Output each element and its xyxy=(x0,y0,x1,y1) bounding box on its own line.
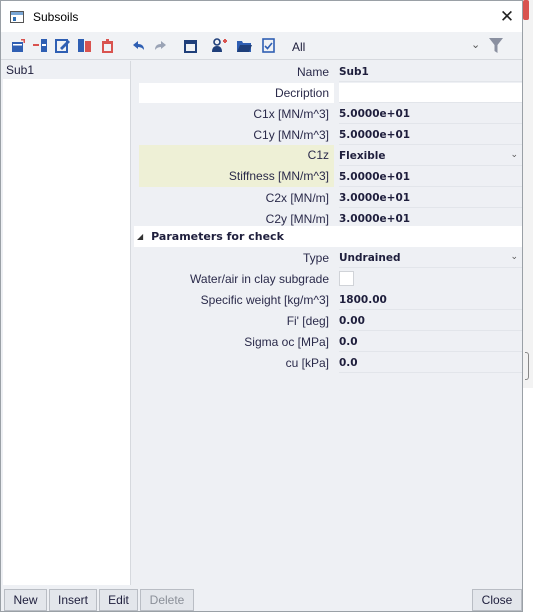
type-select[interactable]: Undrained xyxy=(339,248,522,268)
close-button[interactable]: Close xyxy=(472,589,522,611)
property-label: cu [kPa] xyxy=(285,355,329,370)
property-row-name: Name Sub1 xyxy=(134,61,522,82)
edit-icon[interactable] xyxy=(54,37,71,54)
fi-field[interactable]: 0.00 xyxy=(339,311,522,331)
property-label: Water/air in clay subgrade xyxy=(190,271,329,286)
delete-button[interactable]: Delete xyxy=(140,589,194,611)
c1x-field[interactable]: 5.0000e+01 xyxy=(339,104,522,124)
insert-record-icon[interactable] xyxy=(32,37,49,54)
properties-panel: Name Sub1 Decription C1x [MN/m^3] 5.0000… xyxy=(134,61,522,585)
subsoils-dialog: Subsoils ✕ All ⌄ Sub1 Name Sub1 Decripti… xyxy=(0,0,523,612)
property-row-sigma-oc: Sigma oc [MPa] 0.0 xyxy=(134,331,522,352)
property-label: Decription xyxy=(139,82,334,103)
property-label: Fi' [deg] xyxy=(286,313,329,328)
c2x-field[interactable]: 3.0000e+01 xyxy=(339,188,522,208)
insert-button[interactable]: Insert xyxy=(49,589,97,611)
new-button[interactable]: New xyxy=(4,589,47,611)
copy-icon[interactable] xyxy=(76,37,93,54)
property-label: Type xyxy=(302,250,329,265)
delete-icon[interactable] xyxy=(99,37,116,54)
property-row-c1y: C1y [MN/m^3] 5.0000e+01 xyxy=(134,124,522,145)
c1y-field[interactable]: 5.0000e+01 xyxy=(339,125,522,145)
users-icon[interactable] xyxy=(211,37,228,54)
specific-weight-field[interactable]: 1800.00 xyxy=(339,290,522,310)
property-row-c1x: C1x [MN/m^3] 5.0000e+01 xyxy=(134,103,522,124)
close-window-button[interactable]: ✕ xyxy=(492,1,522,32)
description-field[interactable] xyxy=(339,82,522,103)
check-document-icon[interactable] xyxy=(260,37,277,54)
property-row-fi: Fi' [deg] 0.00 xyxy=(134,310,522,331)
chevron-down-icon[interactable]: ⌄ xyxy=(510,149,518,160)
background-control xyxy=(525,352,529,380)
property-label: C2y [MN/m] xyxy=(265,211,329,226)
property-row-type: Type Undrained ⌄ xyxy=(134,247,522,268)
chevron-down-icon[interactable]: ⌄ xyxy=(471,38,480,51)
property-label: C1z xyxy=(139,145,334,166)
property-row-cu: cu [kPa] 0.0 xyxy=(134,352,522,373)
property-label: Specific weight [kg/m^3] xyxy=(200,292,329,307)
list-item[interactable]: Sub1 xyxy=(3,61,130,79)
title-bar: Subsoils ✕ xyxy=(1,1,522,32)
check-section-header[interactable]: ◢ Parameters for check xyxy=(134,226,522,247)
property-label: C1x [MN/m^3] xyxy=(253,106,329,121)
property-label: Stiffness [MN/m^3] xyxy=(139,166,334,187)
button-bar: New Insert Edit Delete Close xyxy=(1,586,522,611)
property-label: C2x [MN/m] xyxy=(265,190,329,205)
property-label: Sigma oc [MPa] xyxy=(244,334,329,349)
undo-icon[interactable] xyxy=(130,37,147,54)
water-air-checkbox[interactable] xyxy=(339,271,354,286)
property-row-specific-weight: Specific weight [kg/m^3] 1800.00 xyxy=(134,289,522,310)
section-title: Parameters for check xyxy=(151,230,284,243)
property-row-c1z: C1z Flexible ⌄ xyxy=(134,145,522,166)
background-window-edge xyxy=(522,0,533,388)
property-label: Name xyxy=(296,64,329,79)
property-row-water-air: Water/air in clay subgrade xyxy=(134,268,522,289)
open-folder-icon[interactable] xyxy=(236,37,253,54)
sigma-oc-field[interactable]: 0.0 xyxy=(339,332,522,352)
collapse-triangle-icon[interactable]: ◢ xyxy=(137,232,143,241)
print-icon[interactable] xyxy=(182,37,199,54)
background-close-button xyxy=(523,0,529,20)
toolbar: All ⌄ xyxy=(1,32,522,60)
window-icon xyxy=(10,10,24,23)
new-record-icon[interactable] xyxy=(10,37,27,54)
redo-icon[interactable] xyxy=(152,37,169,54)
filter-select[interactable]: All xyxy=(292,40,305,54)
property-row-c2x: C2x [MN/m] 3.0000e+01 xyxy=(134,187,522,208)
filter-icon[interactable] xyxy=(489,38,503,53)
property-row-stiffness: Stiffness [MN/m^3] 5.0000e+01 xyxy=(134,166,522,187)
property-label: C1y [MN/m^3] xyxy=(253,127,329,142)
window-title: Subsoils xyxy=(33,9,79,24)
subsoil-list: Sub1 xyxy=(3,61,131,585)
stiffness-field[interactable]: 5.0000e+01 xyxy=(339,167,522,187)
c1z-select[interactable]: Flexible xyxy=(339,146,522,166)
name-field[interactable]: Sub1 xyxy=(339,62,522,82)
cu-field[interactable]: 0.0 xyxy=(339,353,522,373)
chevron-down-icon[interactable]: ⌄ xyxy=(510,251,518,262)
edit-button[interactable]: Edit xyxy=(99,589,138,611)
property-row-description: Decription xyxy=(134,82,522,103)
